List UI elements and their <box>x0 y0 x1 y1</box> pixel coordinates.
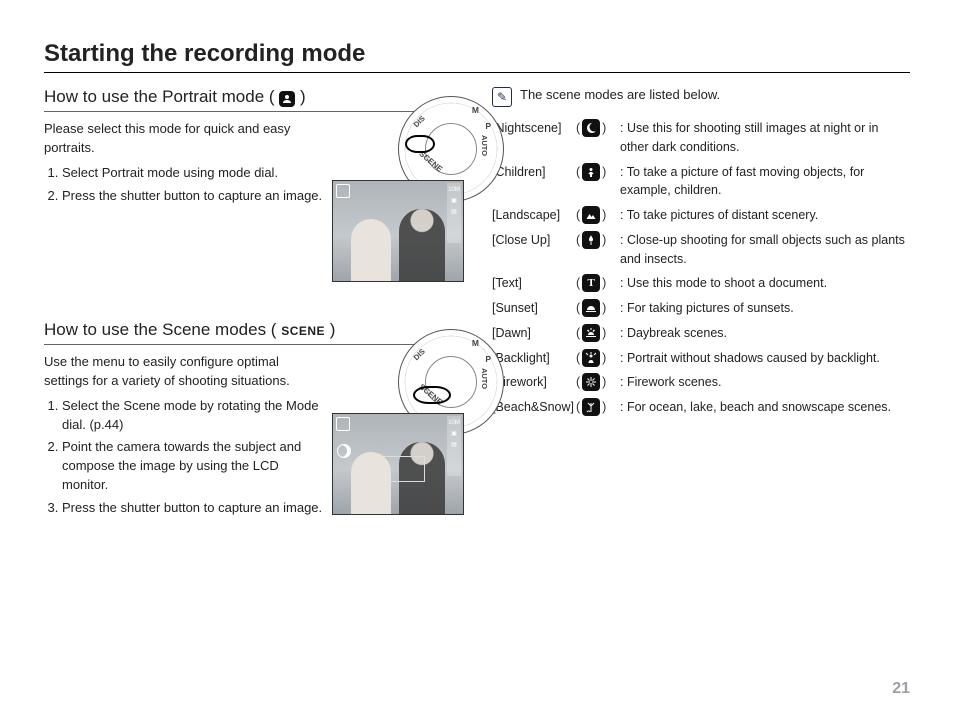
af-frame <box>379 456 425 482</box>
scene-heading-pre: How to use the Scene modes ( <box>44 320 281 339</box>
scene-icon-wrap: ( ) <box>576 231 620 250</box>
scene-name: [Backlight] <box>492 349 576 368</box>
scene-icon-wrap: ( ) <box>576 206 620 225</box>
night-indicator-icon <box>337 444 351 458</box>
scene-row: [Dawn]( ): Daybreak scenes. <box>492 324 910 343</box>
scene-list: [Nightscene]( ): Use this for shooting s… <box>492 119 910 417</box>
scene-row: [Close Up]( ): Close-up shooting for sma… <box>492 231 910 269</box>
dial-label-p: P <box>485 121 491 131</box>
scene-row: [Children]( ): To take a picture of fast… <box>492 163 910 201</box>
scene-row: [Sunset]( ): For taking pictures of suns… <box>492 299 910 318</box>
scene-name: [Firework] <box>492 373 576 392</box>
scene-desc: : For ocean, lake, beach and snowscape s… <box>620 398 910 417</box>
scene-row: [Beach&Snow]( ): For ocean, lake, beach … <box>492 398 910 417</box>
scene-desc: : Portrait without shadows caused by bac… <box>620 349 910 368</box>
mode-dial-portrait: M P AUTO SCENE DIS <box>380 120 464 174</box>
dial-label-p: P <box>485 354 491 364</box>
preview-scene: 10M▣▤ <box>332 413 464 515</box>
scene-name: [Dawn] <box>492 324 576 343</box>
scene-icon-wrap: ( ) <box>576 299 620 318</box>
scene-desc: : Daybreak scenes. <box>620 324 910 343</box>
scene-step-3: Press the shutter button to capture an i… <box>62 499 324 518</box>
portrait-step-2: Press the shutter button to capture an i… <box>62 187 324 206</box>
dial-selection-mark <box>405 135 435 153</box>
portrait-intro: Please select this mode for quick and ea… <box>44 120 324 158</box>
portrait-step-1: Select Portrait mode using mode dial. <box>62 164 324 183</box>
scene-desc: : For taking pictures of sunsets. <box>620 299 910 318</box>
dial-label-m: M <box>472 105 479 115</box>
portrait-heading: How to use the Portrait mode ( ) <box>44 87 464 112</box>
dial-selection-mark <box>413 386 451 404</box>
dial-label-m: M <box>472 338 479 348</box>
mode-dial-scene: M P AUTO SCENE DIS <box>380 353 464 407</box>
scene-icon-wrap: ( ) <box>576 324 620 343</box>
scene-desc: : Firework scenes. <box>620 373 910 392</box>
children-icon <box>582 163 600 181</box>
scene-heading: How to use the Scene modes ( SCENE ) <box>44 320 464 345</box>
scene-name: [Sunset] <box>492 299 576 318</box>
beachsnow-icon <box>582 398 600 416</box>
portrait-icon <box>279 91 295 107</box>
backlight-icon <box>582 349 600 367</box>
scene-desc: : Close-up shooting for small objects su… <box>620 231 910 269</box>
scene-desc: : To take pictures of distant scenery. <box>620 206 910 225</box>
dial-label-auto: AUTO <box>480 368 489 389</box>
scene-intro: Use the menu to easily configure optimal… <box>44 353 324 391</box>
text-icon: T <box>582 274 600 292</box>
dial-label-auto: AUTO <box>480 135 489 156</box>
scene-icon-wrap: ( ) <box>576 398 620 417</box>
scene-name: [Children] <box>492 163 576 182</box>
scene-step-1: Select the Scene mode by rotating the Mo… <box>62 397 324 435</box>
page-title: Starting the recording mode <box>44 40 910 73</box>
scene-icon-wrap: ( T ) <box>576 274 620 293</box>
scene-icon-wrap: ( ) <box>576 119 620 138</box>
dial-label-dis: DIS <box>412 347 427 362</box>
scene-row: [Text]( T ): Use this mode to shoot a do… <box>492 274 910 293</box>
hud-res: 10M <box>448 420 460 426</box>
scene-icon-wrap: ( ) <box>576 163 620 182</box>
scene-name: [Beach&Snow] <box>492 398 576 417</box>
scene-row: [Nightscene]( ): Use this for shooting s… <box>492 119 910 157</box>
sunset-icon <box>582 299 600 317</box>
preview-mode-icon <box>336 417 350 431</box>
scene-step-2: Point the camera towards the subject and… <box>62 438 324 495</box>
landscape-icon <box>582 206 600 224</box>
scene-row: [Firework]( ): Firework scenes. <box>492 373 910 392</box>
scene-icon-wrap: ( ) <box>576 349 620 368</box>
scene-name: [Nightscene] <box>492 119 576 138</box>
preview-portrait: 10M▣▤ <box>332 180 464 282</box>
night-icon <box>582 119 600 137</box>
scene-heading-label: SCENE <box>281 324 325 338</box>
scene-heading-post: ) <box>330 320 336 339</box>
scene-row: [Backlight]( ): Portrait without shadows… <box>492 349 910 368</box>
scene-list-intro: The scene modes are listed below. <box>520 87 720 102</box>
scene-name: [Close Up] <box>492 231 576 250</box>
dial-label-dis: DIS <box>412 114 427 129</box>
hud-res: 10M <box>448 187 460 193</box>
portrait-heading-pre: How to use the Portrait mode ( <box>44 87 279 106</box>
scene-name: [Text] <box>492 274 576 293</box>
closeup-icon <box>582 231 600 249</box>
scene-name: [Landscape] <box>492 206 576 225</box>
dawn-icon <box>582 324 600 342</box>
scene-desc: : Use this for shooting still images at … <box>620 119 910 157</box>
note-icon: ✎ <box>492 87 512 107</box>
scene-row: [Landscape]( ): To take pictures of dist… <box>492 206 910 225</box>
scene-desc: : Use this mode to shoot a document. <box>620 274 910 293</box>
scene-desc: : To take a picture of fast moving objec… <box>620 163 910 201</box>
portrait-heading-post: ) <box>300 87 306 106</box>
page-number: 21 <box>892 680 910 698</box>
firework-icon <box>582 373 600 391</box>
scene-icon-wrap: ( ) <box>576 373 620 392</box>
